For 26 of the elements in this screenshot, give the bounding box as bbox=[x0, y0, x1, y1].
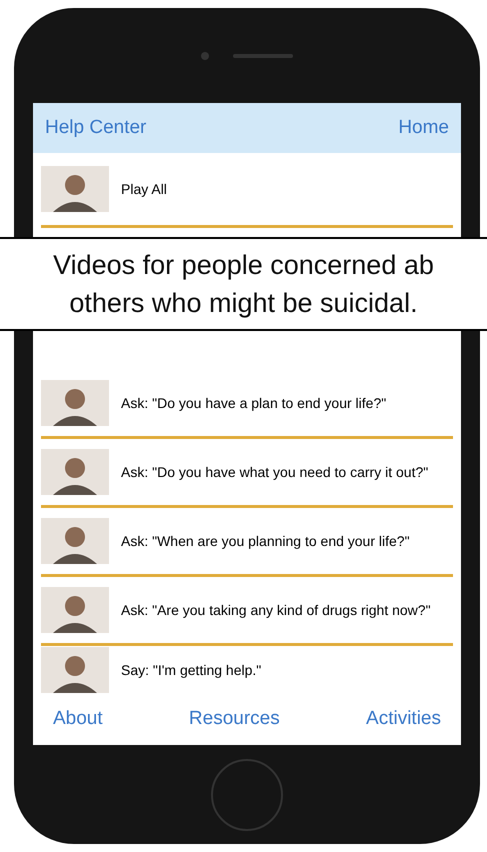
tab-link[interactable]: About bbox=[53, 705, 103, 734]
photo-placeholder bbox=[41, 380, 109, 426]
tab-link[interactable]: Activities bbox=[366, 705, 441, 734]
video-title: Ask: "Do you have what you need to carry it out?" bbox=[121, 464, 428, 480]
video-row[interactable]: Ask: "Are you taking any kind of drugs right now?" bbox=[41, 577, 453, 646]
help-center-link[interactable]: Help Center bbox=[45, 114, 146, 142]
video-title: Ask: "Are you taking any kind of drugs right now?" bbox=[121, 602, 431, 618]
photo-placeholder bbox=[41, 166, 109, 212]
caption-text: Videos for people concerned ab others who might be suicidal. bbox=[53, 249, 434, 320]
camera-icon bbox=[201, 52, 209, 60]
video-title: Say: "I'm getting help." bbox=[121, 662, 262, 678]
home-button[interactable] bbox=[211, 758, 283, 830]
video-title: Ask: "Do you have a plan to end your life?" bbox=[121, 395, 386, 411]
home-link[interactable]: Home bbox=[398, 114, 449, 142]
video-row[interactable]: Ask: "Do you have what you need to carry it out?" bbox=[41, 439, 453, 508]
tab-link[interactable]: Resources bbox=[188, 705, 280, 734]
video-title: Ask: "When are you planning to end your life?" bbox=[121, 533, 410, 549]
photo-placeholder bbox=[41, 518, 109, 564]
video-row[interactable]: Ask: "When are you planning to end your life?" bbox=[41, 508, 453, 577]
photo-placeholder bbox=[41, 647, 109, 693]
photo-placeholder bbox=[41, 449, 109, 495]
play-all-label: Play All bbox=[121, 180, 167, 199]
video-row[interactable]: Say: "I'm getting help." bbox=[41, 646, 453, 694]
photo-placeholder bbox=[41, 587, 109, 633]
play-all-row[interactable]: Play All bbox=[41, 153, 453, 228]
video-row[interactable]: Ask: "Do you have a plan to end your life?" bbox=[41, 370, 453, 439]
